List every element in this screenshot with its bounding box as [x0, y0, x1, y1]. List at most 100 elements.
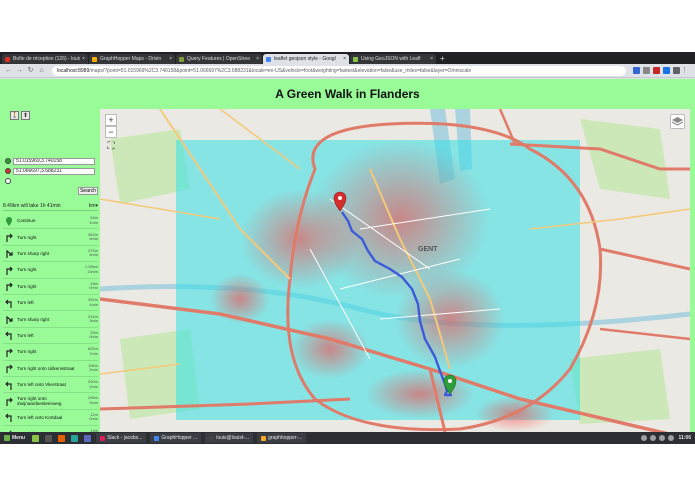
map[interactable]: GENT + − ⛶: [100, 109, 690, 432]
route-summary: 8.49km will take 1h 41min km▾: [3, 201, 98, 211]
instruction-text: Turn right: [17, 349, 37, 355]
layers-icon[interactable]: [670, 114, 685, 129]
new-tab-button[interactable]: +: [440, 54, 445, 64]
start-menu-button[interactable]: Menu: [0, 432, 29, 444]
instruction-time-value: 0min: [89, 285, 98, 291]
add-point-icon[interactable]: [5, 178, 11, 184]
browser-toolbar: ← → ↻ ⌂ localhost:8989/maps/?point=51.01…: [0, 64, 695, 78]
extension-icon[interactable]: [663, 67, 670, 74]
screen: Boîte de réception (126) - louis × GraphH…: [0, 52, 695, 444]
browser-tab-active[interactable]: leaflet geojson style - Googl ×: [263, 54, 349, 64]
tab-close-icon[interactable]: ×: [343, 56, 346, 62]
page-title: A Green Walk in Flanders: [275, 87, 420, 101]
url-host: localhost:8989: [57, 67, 90, 74]
from-input[interactable]: [13, 157, 95, 165]
instruction-row[interactable]: Turn right onto Uilkensstraat 196m 2min: [3, 361, 98, 377]
browser-tab[interactable]: Query Features | OpenStree ×: [176, 54, 262, 64]
turn-sharp-right-icon: [6, 250, 13, 259]
instruction-row[interactable]: Turn sharp right 314m 3min: [3, 311, 98, 328]
instruction-row[interactable]: Turn left 33m 0min: [3, 328, 98, 345]
turn-left-icon: [5, 331, 12, 341]
tab-close-icon[interactable]: ×: [256, 56, 259, 62]
tab-favicon-icon: [266, 56, 271, 62]
walk-vehicle-icon[interactable]: 🚶: [10, 111, 19, 120]
extension-icon[interactable]: [633, 67, 640, 74]
back-button[interactable]: ←: [4, 66, 13, 75]
task-chrome[interactable]: GraphHopper ...: [150, 433, 202, 443]
heat-blob: [395, 269, 505, 369]
instruction-row[interactable]: Turn right 18m 0min: [3, 279, 98, 295]
firefox-icon[interactable]: [58, 434, 66, 442]
zoom-in-button[interactable]: +: [105, 114, 117, 126]
instruction-row[interactable]: Turn right 362m 4min: [3, 229, 98, 246]
instruction-text: Turn sharp right: [17, 316, 50, 322]
instruction-distance: 1.09km 13min: [82, 265, 98, 274]
instruction-distance: 392m 4min: [82, 298, 98, 307]
instruction-time-value: 4min: [89, 301, 98, 307]
task-slack[interactable]: Slack - jacobs...: [96, 433, 147, 443]
browser-tab[interactable]: Using GeoJSON with Leafl ×: [350, 54, 436, 64]
to-input[interactable]: [13, 167, 95, 175]
turn-right-icon: [6, 233, 13, 243]
clock[interactable]: 11:06: [678, 435, 691, 441]
extension-icon[interactable]: [673, 67, 680, 74]
files-icon[interactable]: [32, 434, 40, 442]
volume-icon[interactable]: [659, 435, 666, 441]
turn-right-icon: [6, 282, 13, 292]
instruction-row[interactable]: Turn right onto Zwijnaardsesteenweg 296m 3…: [3, 393, 98, 410]
instruction-row[interactable]: Continue 94m 1min: [3, 213, 98, 230]
address-bar[interactable]: localhost:8989/maps/?point=51.015969%2C3…: [52, 65, 626, 76]
slack-icon: [100, 435, 106, 441]
end-marker-icon: [5, 168, 11, 174]
instruction-row[interactable]: Turn left onto Kortdaal 12m 0min: [3, 410, 98, 427]
instruction-time-value: 4min: [89, 236, 98, 242]
instruction-text: Turn left: [17, 332, 34, 338]
turn-left-icon: [5, 413, 12, 423]
app-icon[interactable]: [84, 434, 92, 442]
tab-close-icon[interactable]: ×: [169, 56, 172, 62]
instruction-row[interactable]: Turn right 1.09km 13min: [3, 262, 98, 279]
tab-close-icon[interactable]: ×: [82, 56, 85, 62]
instruction-distance: 33m 0min: [82, 330, 98, 340]
heat-blob: [365, 369, 475, 419]
instruction-text: Turn right onto Uilkensstraat: [17, 365, 75, 371]
extension-icon[interactable]: [643, 67, 650, 74]
home-button[interactable]: ⌂: [37, 66, 46, 75]
network-icon[interactable]: [641, 435, 648, 441]
app-icon[interactable]: [71, 434, 79, 442]
tab-close-icon[interactable]: ×: [430, 56, 433, 62]
instruction-text: Turn left onto Vlierstraat: [17, 382, 66, 388]
instruction-row[interactable]: Turn left 392m 4min: [3, 295, 98, 312]
add-waypoint: [5, 177, 95, 185]
browser-menu-icon[interactable]: ⋮: [680, 66, 689, 75]
units-selector[interactable]: km▾: [89, 203, 98, 209]
instruction-row[interactable]: Turn left onto Vlierstraat 200m 2min: [3, 377, 98, 394]
instruction-text: Turn right: [17, 234, 37, 240]
instruction-row[interactable]: Turn right 602m 7min: [3, 344, 98, 361]
vehicle-option-icon[interactable]: ⬆: [21, 111, 30, 120]
reload-button[interactable]: ↻: [26, 66, 35, 75]
terminal-icon[interactable]: [45, 434, 53, 442]
browser-tab[interactable]: Boîte de réception (126) - louis ×: [2, 54, 88, 64]
instruction-text: Continue: [17, 218, 36, 224]
task-files[interactable]: graphhopper-...: [257, 433, 307, 443]
turn-left-icon: [5, 381, 12, 390]
browser-tab[interactable]: GraphHopper Maps - Drivin ×: [89, 54, 175, 64]
browser-tab-bar: Boîte de réception (126) - louis × GraphH…: [0, 52, 695, 64]
instruction-text: Turn left onto Kortdaal: [17, 414, 63, 420]
turn-left-icon: [5, 299, 12, 308]
fullscreen-icon[interactable]: ⛶: [105, 141, 117, 153]
zoom-out-button[interactable]: −: [105, 126, 117, 138]
extension-icon[interactable]: [653, 67, 660, 74]
instruction-row[interactable]: Turn sharp right 373m 4min: [3, 246, 98, 263]
search-button[interactable]: Search: [78, 187, 98, 195]
battery-icon[interactable]: [668, 435, 675, 441]
instruction-text: Turn right onto Zwijnaardsesteenweg: [17, 395, 62, 406]
turn-right-icon: [6, 364, 13, 374]
task-terminal[interactable]: louis@louist-...: [205, 433, 254, 443]
forward-button[interactable]: →: [15, 66, 24, 75]
instruction-distance: 200m 2min: [82, 380, 98, 389]
turn-sharp-right-icon: [6, 315, 13, 325]
web-page: A Green Walk in Flanders 🚶 ⬆ Search 8.49…: [0, 79, 695, 432]
bluetooth-icon[interactable]: [650, 435, 657, 441]
